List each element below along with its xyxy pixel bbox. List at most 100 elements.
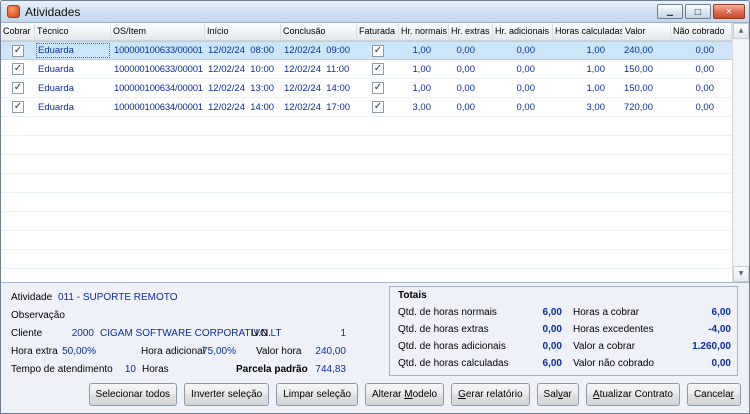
atividade-value: 011 - SUPORTE REMOTO [58,292,177,303]
limpar-selecao-button[interactable]: Limpar seleção [276,383,358,406]
column-header-horas-calculadas[interactable]: Horas calculadas [553,23,623,40]
maximize-button[interactable]: □ [685,4,711,19]
cell-nao-cobrado: 0,00 [671,98,732,116]
caption-buttons: ▁ □ ✕ [657,4,745,19]
tempo-atendimento-value: 10 [111,364,136,375]
cell-hr-adicionais: 0,00 [493,60,553,78]
column-header-tecnico[interactable]: Técnico [35,23,111,40]
cobrar-checkbox[interactable]: ✓ [12,45,24,57]
cell-os-item: 100000100634/00001 [111,98,205,116]
cobrar-checkbox[interactable]: ✓ [12,63,24,75]
total-value: 6,00 [490,358,562,369]
cell-inicio: 12/02/24 10:00 [205,60,281,78]
table-row[interactable]: ✓ Eduarda 100000100633/00001 12/02/24 10… [1,60,732,79]
cliente-code: 2000 [56,328,94,339]
totais-title: Totais [398,290,427,301]
column-header-hr-extras[interactable]: Hr. extras [449,23,493,40]
inverter-selecao-button[interactable]: Inverter seleção [184,383,269,406]
valor-hora-value: 240,00 [301,346,346,357]
cancelar-button[interactable]: Cancelar [687,383,741,406]
cell-conclusao: 12/02/24 17:00 [281,98,357,116]
column-header-inicio[interactable]: Início [205,23,281,40]
title-bar[interactable]: Atividades ▁ □ ✕ [1,1,749,23]
cell-faturada: ✓ [357,79,399,97]
selecionar-todos-button[interactable]: Selecionar todos [89,383,178,406]
table-row[interactable]: ✓ Eduarda 100000100633/00001 12/02/24 08… [1,41,732,60]
cell-tecnico: Eduarda [35,42,111,59]
total-value: 0,00 [490,324,562,335]
vertical-scrollbar[interactable]: ▲ ▼ [732,23,749,283]
hora-extra-label: Hora extra [11,346,58,357]
cell-hr-extras: 0,00 [449,98,493,116]
tempo-atendimento-label: Tempo de atendimento [11,364,113,375]
scroll-up-icon[interactable]: ▲ [733,23,749,39]
tempo-unit-label: Horas [142,364,169,375]
total-value: 6,00 [490,307,562,318]
column-header-conclusao[interactable]: Conclusão [281,23,357,40]
total-label: Horas a cobrar [573,307,639,318]
scroll-down-icon[interactable]: ▼ [733,266,749,282]
column-header-valor[interactable]: Valor [623,23,671,40]
cell-valor: 150,00 [623,60,671,78]
window-atividades: Atividades ▁ □ ✕ Cobrar Técnico OS/Item … [0,0,750,414]
hora-extra-value: 50,00% [53,346,96,357]
window-title: Atividades [25,5,80,19]
cell-horas-calculadas: 1,00 [553,42,623,59]
salvar-button[interactable]: Salvar [537,383,579,406]
cell-hr-normais: 1,00 [399,42,449,59]
cell-hr-extras: 0,00 [449,42,493,59]
cell-faturada: ✓ [357,60,399,78]
faturada-checkbox[interactable]: ✓ [372,45,384,57]
table-row[interactable]: ✓ Eduarda 100000100634/00001 12/02/24 14… [1,98,732,117]
cell-horas-calculadas: 3,00 [553,98,623,116]
faturada-checkbox[interactable]: ✓ [372,82,384,94]
cell-faturada: ✓ [357,42,399,59]
cell-cobrar: ✓ [1,79,35,97]
grid-header: Cobrar Técnico OS/Item Início Conclusão … [1,23,732,41]
alterar-modelo-button[interactable]: Alterar Modelo [365,383,444,406]
observacao-label: Observação [11,310,65,321]
button-bar: Selecionar todos Inverter seleção Limpar… [1,383,741,406]
atualizar-contrato-button[interactable]: Atualizar Contrato [586,383,680,406]
cell-inicio: 12/02/24 08:00 [205,42,281,59]
total-label: Valor não cobrado [573,358,654,369]
total-value: 0,00 [651,358,731,369]
cobrar-checkbox[interactable]: ✓ [12,101,24,113]
column-header-os-item[interactable]: OS/Item [111,23,205,40]
cell-tecnico: Eduarda [35,60,111,78]
cell-tecnico: Eduarda [35,98,111,116]
totais-groupbox: Totais Qtd. de horas normais 6,00 Horas … [389,286,738,376]
cell-tecnico: Eduarda [35,79,111,97]
total-value: 6,00 [651,307,731,318]
faturada-checkbox[interactable]: ✓ [372,101,384,113]
cell-conclusao: 12/02/24 14:00 [281,79,357,97]
app-icon [7,5,20,18]
atividade-label: Atividade [11,292,52,303]
total-label: Qtd. de horas extras [398,324,489,335]
cell-cobrar: ✓ [1,60,35,78]
table-row[interactable]: ✓ Eduarda 100000100634/00001 12/02/24 13… [1,79,732,98]
column-header-hr-adicionais[interactable]: Hr. adicionais [493,23,553,40]
cell-valor: 240,00 [623,42,671,59]
cell-hr-extras: 0,00 [449,79,493,97]
cell-hr-adicionais: 0,00 [493,42,553,59]
column-header-cobrar[interactable]: Cobrar [1,23,35,40]
total-value: -4,00 [651,324,731,335]
column-header-nao-cobrado[interactable]: Não cobrado [671,23,732,40]
cobrar-checkbox[interactable]: ✓ [12,82,24,94]
close-button[interactable]: ✕ [713,4,745,19]
cell-cobrar: ✓ [1,42,35,59]
minimize-button[interactable]: ▁ [657,4,683,19]
cliente-label: Cliente [11,328,42,339]
total-value: 1.260,00 [651,341,731,352]
cell-faturada: ✓ [357,98,399,116]
cell-horas-calculadas: 1,00 [553,79,623,97]
cell-nao-cobrado: 0,00 [671,79,732,97]
column-header-hr-normais[interactable]: Hr. normais [399,23,449,40]
faturada-checkbox[interactable]: ✓ [372,63,384,75]
cell-inicio: 12/02/24 14:00 [205,98,281,116]
column-header-faturada[interactable]: Faturada [357,23,399,40]
gerar-relatorio-button[interactable]: Gerar relatório [451,383,529,406]
cell-valor: 720,00 [623,98,671,116]
cell-hr-normais: 1,00 [399,60,449,78]
